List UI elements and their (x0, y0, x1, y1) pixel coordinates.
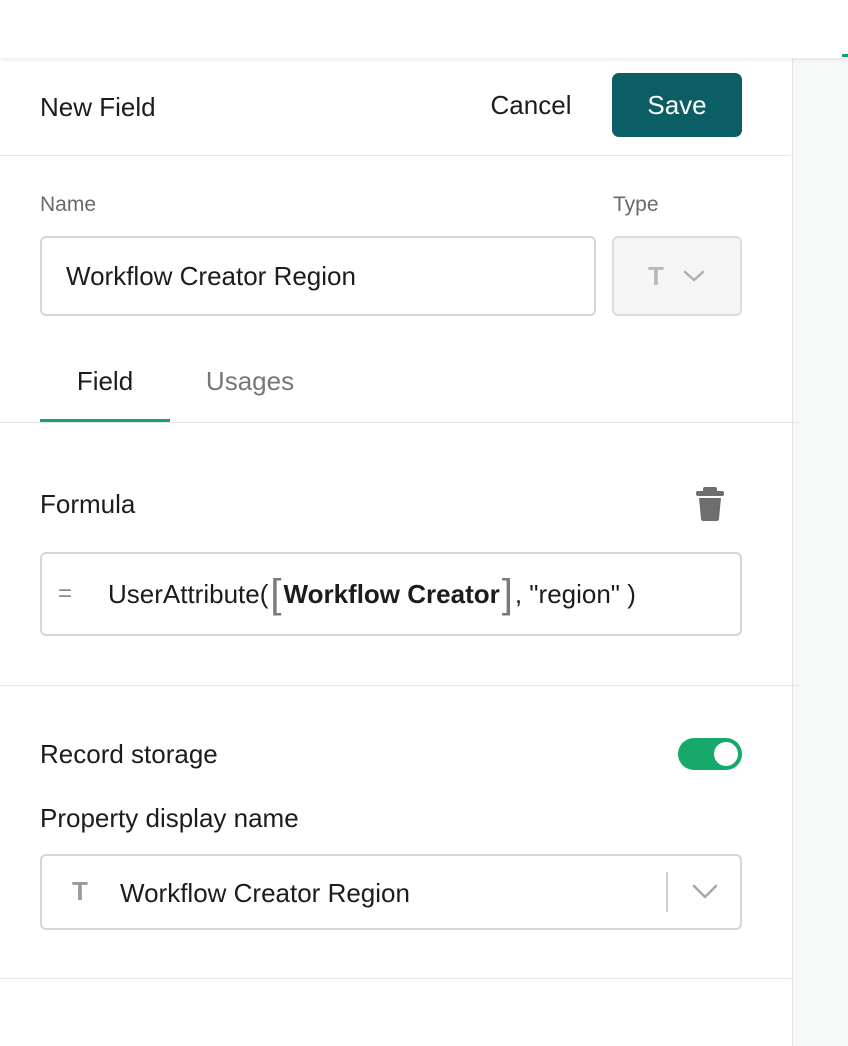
cancel-button[interactable]: Cancel (470, 73, 592, 137)
type-label: Type (613, 193, 659, 216)
formula-rest: , "region" ) (514, 578, 636, 609)
formula-field-chip[interactable]: [ Workflow Creator ] (268, 574, 514, 614)
tab-field[interactable]: Field (40, 366, 170, 397)
formula-function-name: UserAttribute( (108, 578, 269, 609)
text-type-icon: T (72, 876, 88, 906)
name-label: Name (40, 193, 97, 216)
select-separator (666, 872, 668, 912)
chevron-down-icon (692, 884, 718, 899)
save-button[interactable]: Save (612, 73, 742, 137)
bottom-divider (0, 978, 791, 979)
delete-formula-button[interactable] (692, 484, 728, 524)
property-display-name-value: Workflow Creator Region (120, 878, 410, 908)
formula-field-chip-label: Workflow Creator (283, 578, 500, 609)
record-storage-title: Record storage (40, 739, 218, 769)
text-type-icon: T (648, 260, 664, 291)
top-bar (0, 0, 848, 58)
formula-title: Formula (40, 489, 136, 519)
toggle-knob (714, 742, 738, 766)
tab-usages[interactable]: Usages (192, 366, 308, 397)
top-bar-accent (842, 54, 848, 57)
chevron-down-icon (683, 270, 705, 282)
formula-equals-sign: = (58, 580, 73, 607)
background-canvas-strip (792, 58, 848, 1046)
chip-left-bracket: [ (270, 572, 282, 616)
panel-title: New Field (40, 92, 156, 122)
trash-icon (696, 487, 724, 521)
property-display-name-select[interactable]: T Workflow Creator Region (40, 854, 742, 930)
chip-right-bracket: ] (501, 572, 513, 616)
header-divider (0, 155, 791, 156)
formula-divider (0, 685, 800, 686)
formula-editor[interactable]: = UserAttribute( [ Workflow Creator ] , … (40, 552, 742, 636)
record-storage-toggle[interactable] (678, 738, 742, 770)
name-input[interactable] (40, 236, 596, 316)
formula-expression: UserAttribute( [ Workflow Creator ] , "r… (108, 554, 636, 634)
property-display-name-label: Property display name (40, 803, 299, 833)
tabs-divider (0, 422, 800, 423)
type-select[interactable]: T (612, 236, 742, 316)
